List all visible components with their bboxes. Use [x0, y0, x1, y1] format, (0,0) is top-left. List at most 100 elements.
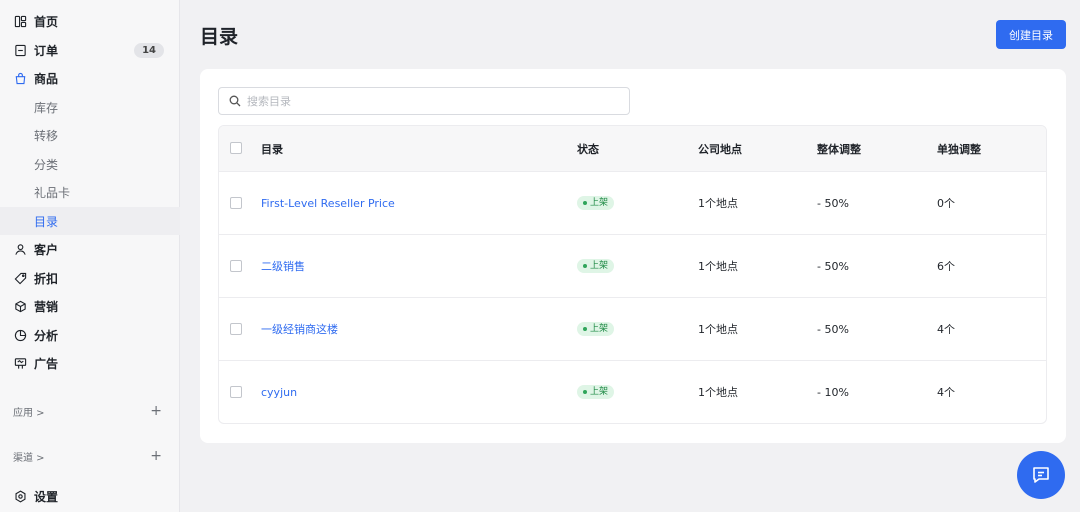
column-header-catalog: 目录	[261, 142, 283, 156]
sidebar-item-ads[interactable]: 广告	[0, 349, 180, 377]
sidebar-item-catalogs[interactable]: 目录	[0, 207, 180, 235]
status-badge: 上架	[577, 385, 615, 399]
order-icon	[13, 43, 27, 57]
sidebar-item-home[interactable]: 首页	[0, 7, 180, 35]
channels-group-label: 渠道 >	[13, 452, 45, 464]
overall-adjustment-cell: - 50%	[817, 322, 849, 336]
tag-icon	[13, 271, 27, 285]
sidebar-item-categories[interactable]: 分类	[0, 150, 180, 178]
layout-icon	[13, 14, 27, 28]
locations-cell: 1个地点	[698, 197, 738, 210]
row-checkbox[interactable]	[230, 197, 242, 209]
status-cell: 上架	[577, 361, 615, 423]
status-dot	[583, 264, 587, 268]
status-dot	[583, 390, 587, 394]
individual-adjustment-cell: 4个	[937, 386, 955, 399]
table-row[interactable]: 二级销售 上架 1个地点 - 50% 6个	[219, 234, 1046, 297]
catalog-name-link[interactable]: First-Level Reseller Price	[261, 172, 395, 234]
status-badge: 上架	[577, 196, 615, 210]
row-checkbox[interactable]	[230, 260, 242, 272]
chat-button[interactable]	[1017, 451, 1065, 499]
user-icon	[13, 242, 27, 256]
sidebar-item-label: 商品	[34, 71, 59, 86]
catalog-name-link[interactable]: 二级销售	[261, 235, 305, 297]
table-row[interactable]: cyyjun 上架 1个地点 - 10% 4个	[219, 360, 1046, 423]
sidebar: 首页 订单 14 商品 库存 转移 分类 礼品卡 目录 客户 折扣 营销 分析 …	[0, 0, 180, 512]
chat-icon	[1030, 464, 1052, 486]
sidebar-item-label: 折扣	[34, 271, 59, 286]
status-cell: 上架	[577, 235, 615, 297]
select-all-checkbox[interactable]	[230, 142, 242, 154]
locations-cell: 1个地点	[698, 386, 738, 399]
add-app-button[interactable]: +	[150, 403, 162, 419]
sidebar-item-analytics[interactable]: 分析	[0, 321, 180, 349]
apps-group[interactable]: 应用 > +	[0, 401, 180, 421]
sidebar-item-orders[interactable]: 订单 14	[0, 36, 180, 64]
catalog-card: 目录 状态 公司地点 整体调整 单独调整 First-Level Reselle…	[200, 69, 1066, 443]
cube-icon	[13, 299, 27, 313]
page-title: 目录	[200, 26, 239, 48]
column-header-locations: 公司地点	[698, 142, 742, 156]
sidebar-item-label: 库存	[34, 100, 59, 115]
overall-adjustment-cell: - 50%	[817, 196, 849, 210]
create-catalog-button[interactable]: 创建目录	[996, 20, 1066, 49]
sidebar-item-settings[interactable]: 设置	[0, 482, 180, 510]
sidebar-item-gift-cards[interactable]: 礼品卡	[0, 178, 180, 206]
row-checkbox[interactable]	[230, 323, 242, 335]
billboard-icon	[13, 356, 27, 370]
sidebar-item-label: 转移	[34, 128, 59, 143]
catalog-name-link[interactable]: cyyjun	[261, 361, 297, 423]
table-row[interactable]: 一级经销商这楼 上架 1个地点 - 50% 4个	[219, 297, 1046, 360]
row-checkbox[interactable]	[230, 386, 242, 398]
status-badge: 上架	[577, 259, 615, 273]
sidebar-item-label: 营销	[34, 299, 59, 314]
pie-icon	[13, 328, 27, 342]
search-icon	[229, 95, 247, 107]
sidebar-item-label: 目录	[34, 214, 59, 229]
status-badge: 上架	[577, 322, 615, 336]
sidebar-item-label: 设置	[34, 489, 59, 504]
sidebar-item-label: 分类	[34, 157, 59, 172]
individual-adjustment-cell: 6个	[937, 260, 955, 273]
search-box[interactable]	[218, 87, 630, 115]
sidebar-item-label: 广告	[34, 356, 59, 371]
sidebar-item-customers[interactable]: 客户	[0, 235, 180, 263]
status-label: 上架	[590, 198, 609, 208]
add-channel-button[interactable]: +	[150, 448, 162, 464]
channels-group[interactable]: 渠道 > +	[0, 446, 180, 466]
status-dot	[583, 201, 587, 205]
overall-adjustment-cell: - 50%	[817, 259, 849, 273]
sidebar-item-marketing[interactable]: 营销	[0, 292, 180, 320]
gear-icon	[13, 489, 27, 503]
sidebar-item-discounts[interactable]: 折扣	[0, 264, 180, 292]
catalog-table: 目录 状态 公司地点 整体调整 单独调整 First-Level Reselle…	[218, 125, 1047, 424]
individual-adjustment-cell: 4个	[937, 323, 955, 336]
bag-icon	[13, 71, 27, 85]
sidebar-item-label: 订单	[34, 43, 59, 58]
catalog-name-link[interactable]: 一级经销商这楼	[261, 298, 338, 360]
sidebar-item-label: 客户	[34, 242, 59, 257]
individual-adjustment-cell: 0个	[937, 197, 955, 210]
status-label: 上架	[590, 324, 609, 334]
order-count-badge: 14	[134, 43, 164, 58]
sidebar-item-products[interactable]: 商品	[0, 64, 180, 92]
apps-group-label: 应用 >	[13, 407, 45, 419]
table-header: 目录 状态 公司地点 整体调整 单独调整	[219, 126, 1046, 171]
sidebar-item-transfers[interactable]: 转移	[0, 121, 180, 149]
status-cell: 上架	[577, 298, 615, 360]
column-header-status: 状态	[577, 142, 599, 156]
table-row[interactable]: First-Level Reseller Price 上架 1个地点 - 50%…	[219, 171, 1046, 234]
sidebar-item-label: 首页	[34, 14, 59, 29]
locations-cell: 1个地点	[698, 323, 738, 336]
column-header-overall-adjustment: 整体调整	[817, 142, 861, 156]
sidebar-item-inventory[interactable]: 库存	[0, 93, 180, 121]
status-dot	[583, 327, 587, 331]
status-label: 上架	[590, 387, 609, 397]
overall-adjustment-cell: - 10%	[817, 385, 849, 399]
locations-cell: 1个地点	[698, 260, 738, 273]
sidebar-item-label: 分析	[34, 328, 59, 343]
status-cell: 上架	[577, 172, 615, 234]
search-input[interactable]	[247, 94, 607, 108]
sidebar-item-label: 礼品卡	[34, 185, 71, 200]
status-label: 上架	[590, 261, 609, 271]
